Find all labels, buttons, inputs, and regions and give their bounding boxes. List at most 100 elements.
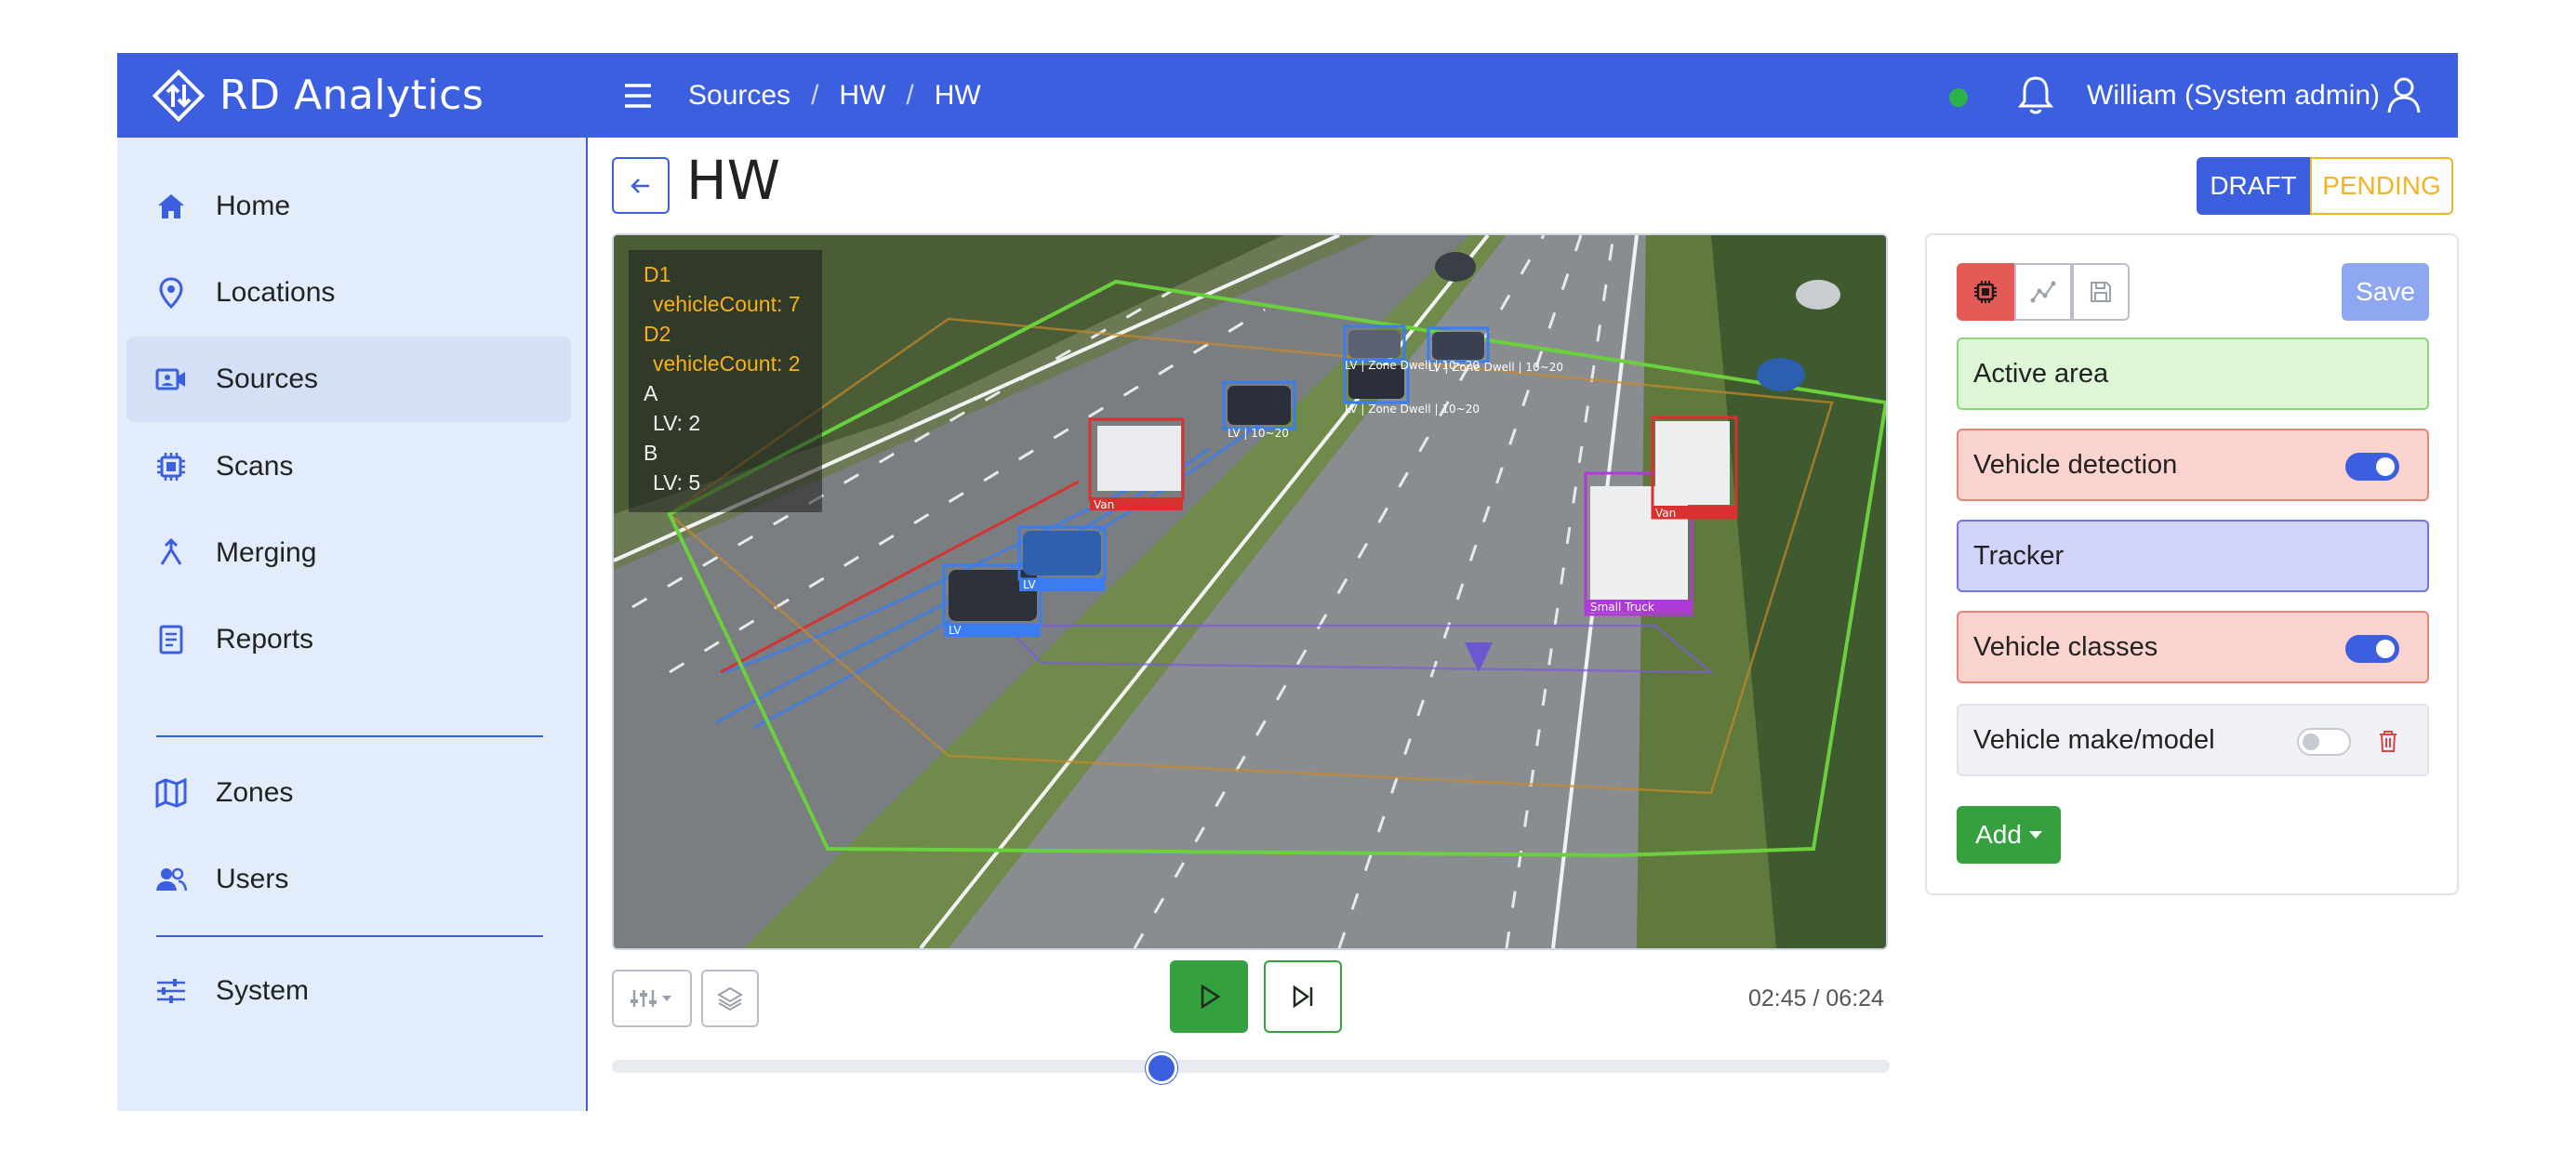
panel-toolbar [1957,263,2130,321]
vehicle-van-2 [1651,416,1738,520]
vehicle-detection-label: Vehicle detection [1973,449,2178,480]
step-forward-icon [1293,985,1313,1009]
sidebar-item-scans[interactable]: Scans [126,424,571,509]
label-small-truck: Small Truck [1590,601,1654,614]
add-button[interactable]: Add [1957,806,2061,864]
label-lv-4: LV | Zone Dwell | 10~20 [1345,403,1480,416]
sidebar-item-home[interactable]: Home [126,164,571,249]
sidebar-item-merging[interactable]: Merging [126,510,571,596]
trash-icon[interactable] [2373,726,2403,756]
vehicle-detection-card[interactable]: Vehicle detection [1957,429,2429,501]
chip-icon [157,453,185,481]
sidebar-item-label: Zones [216,777,294,808]
breadcrumb-hw-1[interactable]: HW [839,80,885,112]
vehicle-lv-5 [1343,324,1406,362]
map-icon [155,777,187,809]
chip-tool-button[interactable] [1957,263,2014,321]
vehicle-make-model-label: Vehicle make/model [1973,724,2215,755]
zone-count-overlay: D1 vehicleCount: 7 D2 vehicleCount: 2 A … [629,250,822,512]
brand-name: RD Analytics [219,72,485,119]
connection-status-dot [1949,88,1968,107]
breadcrumb-separator: / [906,79,914,111]
active-area-label: Active area [1973,358,2109,389]
save-tool-button[interactable] [2072,263,2130,321]
arrow-left-icon [631,178,649,193]
caret-down-icon [2028,831,2042,839]
home-icon [158,194,184,218]
seek-thumb[interactable] [1145,1052,1177,1084]
sidebar-item-label: Users [216,864,289,894]
sidebar-item-system[interactable]: System [126,948,571,1034]
sidebar-item-label: Sources [216,363,319,394]
sidebar-item-label: Scans [216,451,294,482]
sidebar-item-label: Locations [216,277,336,308]
vehicle-detection-toggle[interactable] [2345,453,2399,481]
label-van-2: Van [1655,507,1676,520]
label-lv-6: LV | Zone Dwell | 10~20 [1428,361,1563,374]
step-forward-button[interactable] [1264,960,1342,1033]
users-icon [156,867,188,892]
seek-bar[interactable] [612,1052,1890,1084]
breadcrumb: Sources / HW / HW [688,53,981,138]
bell-icon[interactable] [2012,72,2059,118]
overlay-d1: D1 [644,262,671,286]
breadcrumb-sources[interactable]: Sources [688,80,790,112]
vehicle-far-3 [1757,358,1805,391]
page-title: HW [686,149,780,212]
pipeline-panel: Save Active area Vehicle detection Track… [1925,233,2459,895]
vehicle-classes-toggle[interactable] [2345,635,2399,663]
vehicle-classes-card[interactable]: Vehicle classes [1957,611,2429,683]
sidebar-divider [156,735,543,737]
overlay-d2-count: vehicleCount: 2 [653,351,801,376]
overlay-d2: D2 [644,322,671,346]
active-area-card[interactable]: Active area [1957,337,2429,410]
video-frame[interactable]: Van LV LV LV | 10~20 LV | Zone Dwell | 1… [612,233,1888,950]
breadcrumb-hw-2: HW [934,79,981,111]
user-icon[interactable] [2381,72,2427,118]
tracker-label: Tracker [1973,540,2065,571]
vehicle-lv-3 [1222,380,1296,430]
sliders-icon [157,979,185,1003]
overlay-b-lv: LV: 5 [653,470,701,495]
sidebar-item-zones[interactable]: Zones [126,750,571,836]
layers-button[interactable] [701,970,759,1027]
vehicle-make-model-toggle[interactable] [2297,728,2351,756]
label-lv-1: LV [949,624,962,637]
save-button[interactable]: Save [2342,263,2429,321]
map-pin-icon [159,277,183,310]
report-icon [159,625,183,654]
brand[interactable]: RD Analytics [151,53,484,138]
vehicle-far-1 [1435,252,1476,282]
breadcrumb-separator: / [811,79,819,111]
sidebar-item-locations[interactable]: Locations [126,250,571,336]
playback-time: 02:45 / 06:24 [1748,985,1884,1011]
user-name[interactable]: William (System admin) [2087,53,2380,138]
diamond-arrows-logo [152,69,206,122]
sidebar-item-sources[interactable]: Sources [126,337,571,422]
play-button[interactable] [1170,960,1248,1033]
chip-icon [1974,281,1997,303]
label-lv-2: LV [1023,578,1036,591]
overlay-a: A [644,381,658,405]
tracker-card[interactable]: Tracker [1957,520,2429,592]
overlay-a-lv: LV: 2 [653,411,701,435]
camera-icon [155,368,185,390]
pending-button[interactable]: PENDING [2310,157,2453,215]
label-van-1: Van [1094,498,1114,511]
graph-tool-button[interactable] [2014,263,2072,321]
adjust-dropdown-button[interactable] [612,970,692,1027]
sliders-icon [631,990,671,1007]
back-button[interactable] [612,157,670,214]
play-icon [1201,984,1221,1010]
add-label: Add [1975,820,2022,849]
vehicle-far-2 [1796,280,1840,310]
hamburger-menu-icon[interactable] [617,75,658,116]
sidebar-item-reports[interactable]: Reports [126,597,571,682]
graph-icon [2030,281,2056,303]
draft-button[interactable]: DRAFT [2197,157,2310,215]
merge-icon [160,537,182,565]
vehicle-make-model-card[interactable]: Vehicle make/model [1957,704,2429,776]
floppy-disk-icon [2091,282,2111,302]
sidebar-item-users[interactable]: Users [126,837,571,922]
label-lv-3: LV | 10~20 [1228,427,1289,440]
